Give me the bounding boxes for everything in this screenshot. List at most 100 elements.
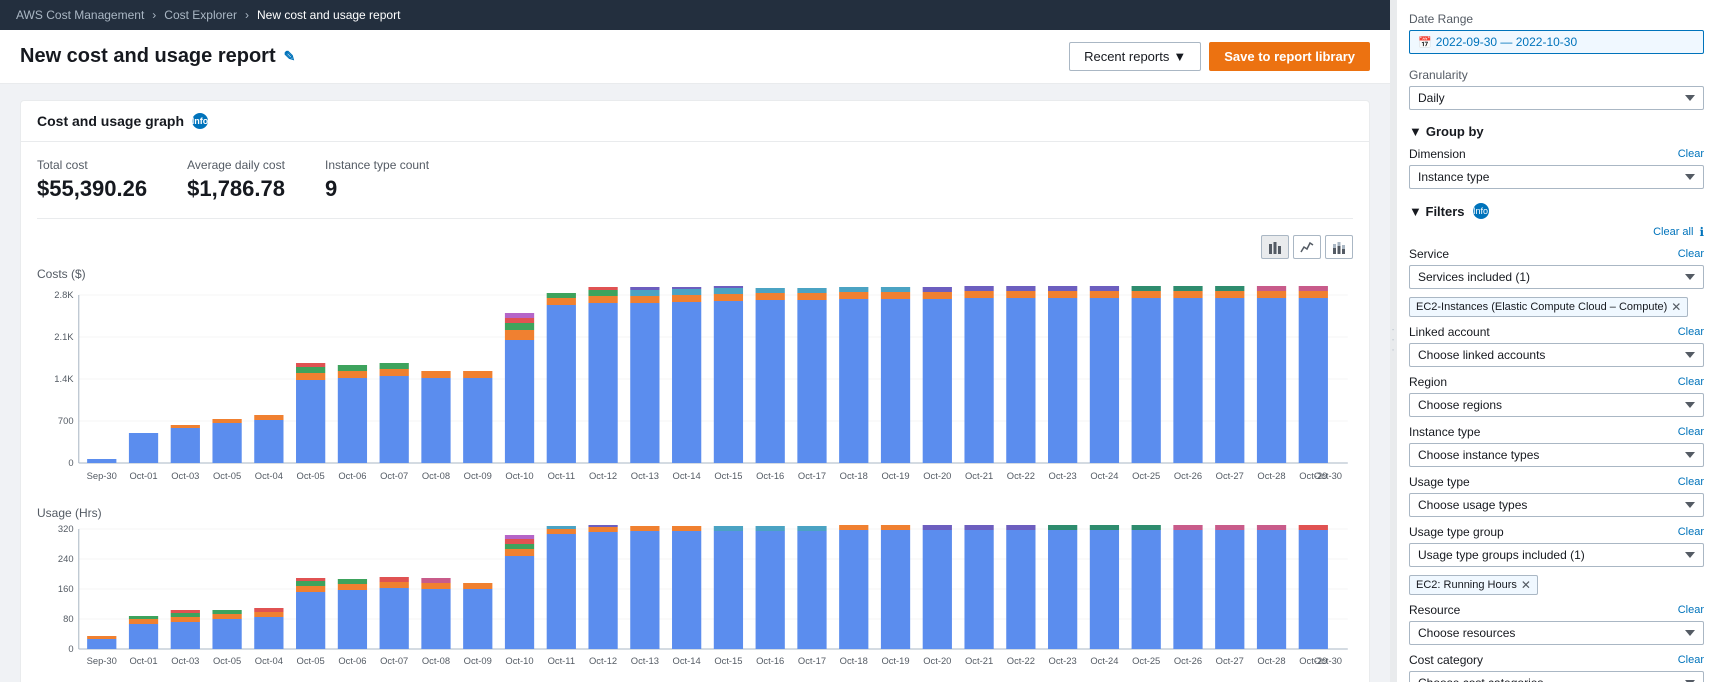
svg-text:Oct-22: Oct-22 xyxy=(1007,656,1035,666)
svg-text:Oct-18: Oct-18 xyxy=(840,471,868,481)
date-range-box[interactable]: 📅 2022-09-30 — 2022-10-30 xyxy=(1409,30,1704,54)
resource-clear[interactable]: Clear xyxy=(1678,604,1704,616)
svg-text:Oct-25: Oct-25 xyxy=(1132,656,1160,666)
clear-all-link[interactable]: Clear all xyxy=(1653,226,1693,238)
instance-type-select[interactable]: Choose instance types xyxy=(1409,443,1704,467)
cost-category-select[interactable]: Choose cost categories xyxy=(1409,671,1704,682)
usage-type-group-row: Usage type group Clear xyxy=(1409,525,1704,539)
filters-info-badge[interactable]: Info xyxy=(1473,203,1489,219)
group-by-triangle: ▼ xyxy=(1409,124,1422,139)
svg-text:Sep-30: Sep-30 xyxy=(87,656,117,666)
svg-text:Oct-13: Oct-13 xyxy=(631,656,659,666)
usage-chart-section: Usage (Hrs) xyxy=(37,506,1353,682)
instance-count-metric: Instance type count 9 xyxy=(325,158,429,202)
save-to-library-button[interactable]: Save to report library xyxy=(1209,42,1370,71)
usage-type-group-tag-text: EC2: Running Hours xyxy=(1416,579,1517,591)
svg-text:Oct-30: Oct-30 xyxy=(1314,471,1342,481)
service-tag-text: EC2-Instances (Elastic Compute Cloud – C… xyxy=(1416,301,1667,313)
svg-text:Oct-27: Oct-27 xyxy=(1216,656,1244,666)
dimension-select[interactable]: Instance type xyxy=(1409,165,1704,189)
usage-axis-label: Usage (Hrs) xyxy=(37,506,1353,520)
breadcrumb-home[interactable]: AWS Cost Management xyxy=(16,8,144,22)
usage-type-label: Usage type xyxy=(1409,475,1470,489)
svg-text:Oct-09: Oct-09 xyxy=(464,471,492,481)
instance-type-label: Instance type xyxy=(1409,425,1480,439)
date-range-section: Date Range 📅 2022-09-30 — 2022-10-30 xyxy=(1409,12,1704,54)
filters-title-row: ▼ Filters Info xyxy=(1409,203,1704,219)
page-title: New cost and usage report xyxy=(20,45,276,68)
usage-chart: 320 240 160 80 0 xyxy=(37,524,1353,682)
svg-text:Oct-22: Oct-22 xyxy=(1007,471,1035,481)
recent-reports-button[interactable]: Recent reports ▼ xyxy=(1069,42,1201,71)
service-tag-remove[interactable]: ✕ xyxy=(1671,300,1681,314)
service-tag: EC2-Instances (Elastic Compute Cloud – C… xyxy=(1409,297,1688,317)
svg-text:Oct-24: Oct-24 xyxy=(1090,471,1118,481)
group-by-title[interactable]: ▼ Group by xyxy=(1409,124,1704,139)
svg-text:Oct-12: Oct-12 xyxy=(589,656,617,666)
svg-text:0: 0 xyxy=(68,458,73,468)
svg-text:Oct-21: Oct-21 xyxy=(965,656,993,666)
usage-type-group-select[interactable]: Usage type groups included (1) xyxy=(1409,543,1704,567)
svg-text:Oct-01: Oct-01 xyxy=(129,471,157,481)
clear-all-row: Clear all ℹ xyxy=(1409,225,1704,239)
svg-text:Oct-03: Oct-03 xyxy=(171,471,199,481)
stacked-chart-button[interactable] xyxy=(1325,235,1353,259)
usage-type-group-tag-remove[interactable]: ✕ xyxy=(1521,578,1531,592)
cost-chart-section: Costs ($) xyxy=(37,267,1353,498)
cost-category-clear[interactable]: Clear xyxy=(1678,654,1704,666)
svg-text:Oct-06: Oct-06 xyxy=(338,471,366,481)
avg-daily-metric: Average daily cost $1,786.78 xyxy=(187,158,285,202)
service-clear[interactable]: Clear xyxy=(1678,248,1704,260)
line-chart-button[interactable] xyxy=(1293,235,1321,259)
svg-text:Oct-19: Oct-19 xyxy=(881,656,909,666)
svg-text:Oct-15: Oct-15 xyxy=(714,471,742,481)
svg-text:1.4K: 1.4K xyxy=(54,374,74,384)
svg-text:Oct-13: Oct-13 xyxy=(631,471,659,481)
service-tag-row: EC2-Instances (Elastic Compute Cloud – C… xyxy=(1409,293,1704,317)
avg-daily-label: Average daily cost xyxy=(187,158,285,172)
svg-text:Oct-18: Oct-18 xyxy=(840,656,868,666)
instance-count-label: Instance type count xyxy=(325,158,429,172)
instance-type-clear[interactable]: Clear xyxy=(1678,426,1704,438)
svg-text:160: 160 xyxy=(58,584,74,594)
svg-text:Oct-26: Oct-26 xyxy=(1174,471,1202,481)
usage-type-select[interactable]: Choose usage types xyxy=(1409,493,1704,517)
svg-text:Oct-23: Oct-23 xyxy=(1049,471,1077,481)
svg-text:Oct-19: Oct-19 xyxy=(881,471,909,481)
graph-info-badge[interactable]: Info xyxy=(192,113,208,129)
edit-icon[interactable]: ✎ xyxy=(284,48,296,65)
dimension-clear[interactable]: Clear xyxy=(1678,148,1704,160)
linked-account-select[interactable]: Choose linked accounts xyxy=(1409,343,1704,367)
usage-type-group-label: Usage type group xyxy=(1409,525,1504,539)
linked-account-clear[interactable]: Clear xyxy=(1678,326,1704,338)
dimension-row: Dimension Clear xyxy=(1409,147,1704,161)
svg-text:Oct-08: Oct-08 xyxy=(422,471,450,481)
usage-type-group-clear[interactable]: Clear xyxy=(1678,526,1704,538)
svg-text:Oct-14: Oct-14 xyxy=(673,656,701,666)
cost-axis-label: Costs ($) xyxy=(37,267,1353,281)
usage-type-clear[interactable]: Clear xyxy=(1678,476,1704,488)
graph-card-body: Total cost $55,390.26 Average daily cost… xyxy=(21,142,1369,682)
granularity-select[interactable]: Daily xyxy=(1409,86,1704,110)
usage-type-group-tag-row: EC2: Running Hours ✕ xyxy=(1409,571,1704,595)
filters-section: ▼ Filters Info Clear all ℹ Service Clear… xyxy=(1409,203,1704,682)
bar-chart-button[interactable] xyxy=(1261,235,1289,259)
region-row: Region Clear xyxy=(1409,375,1704,389)
granularity-section: Granularity Daily xyxy=(1409,68,1704,110)
instance-type-row: Instance type Clear xyxy=(1409,425,1704,439)
resource-select[interactable]: Choose resources xyxy=(1409,621,1704,645)
region-select[interactable]: Choose regions xyxy=(1409,393,1704,417)
region-clear[interactable]: Clear xyxy=(1678,376,1704,388)
svg-text:Oct-10: Oct-10 xyxy=(505,471,533,481)
breadcrumb-cost-explorer[interactable]: Cost Explorer xyxy=(164,8,237,22)
graph-card: Cost and usage graph Info Total cost $55… xyxy=(20,100,1370,682)
service-select[interactable]: Services included (1) xyxy=(1409,265,1704,289)
svg-text:Oct-05: Oct-05 xyxy=(213,656,241,666)
linked-account-label: Linked account xyxy=(1409,325,1490,339)
svg-text:320: 320 xyxy=(58,524,74,534)
usage-type-group-tag: EC2: Running Hours ✕ xyxy=(1409,575,1538,595)
svg-text:240: 240 xyxy=(58,554,74,564)
svg-text:2.8K: 2.8K xyxy=(54,290,74,300)
header-actions: Recent reports ▼ Save to report library xyxy=(1069,42,1370,71)
dropdown-arrow-icon: ▼ xyxy=(1173,49,1186,64)
